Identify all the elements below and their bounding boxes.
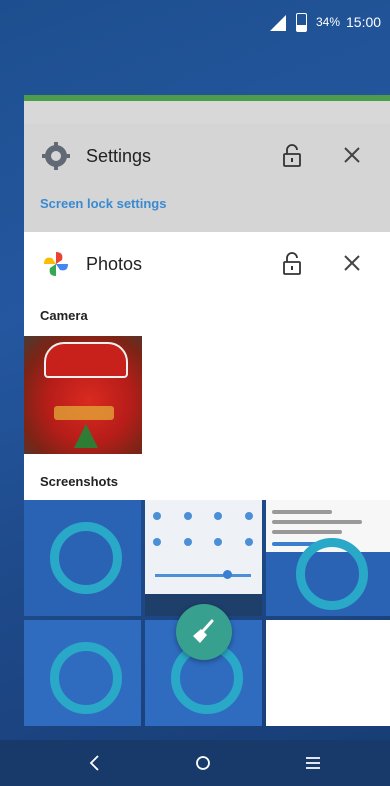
status-bar: 34% 15:00 <box>0 0 390 40</box>
gift-bag-label <box>54 406 114 420</box>
brightness-knob <box>223 570 232 579</box>
battery-percent: 34% <box>316 15 341 29</box>
screenshot-thumbnail[interactable] <box>266 500 390 616</box>
card-header: Photos <box>24 232 390 294</box>
quick-settings-row <box>153 512 253 522</box>
recent-card-photos[interactable]: Photos Camera Screenshots <box>24 232 390 500</box>
q-logo-icon <box>296 538 368 610</box>
screen-lock-settings-label: Screen lock settings <box>40 196 167 211</box>
settings-card-title: Settings <box>86 146 152 166</box>
clear-all-button[interactable] <box>176 604 232 660</box>
q-logo-icon <box>50 642 122 714</box>
lock-icon[interactable] <box>282 144 302 168</box>
close-icon[interactable] <box>342 145 362 165</box>
gift-bag-tree <box>74 424 98 448</box>
screenshot-thumbnail[interactable] <box>24 500 141 616</box>
broom-icon <box>193 619 214 643</box>
camera-album-thumbnail[interactable] <box>24 336 142 454</box>
gift-bag-image <box>44 342 128 378</box>
gear-icon <box>42 142 70 170</box>
screenshot-thumbnail-empty <box>266 620 390 726</box>
album-label-screenshots: Screenshots <box>40 474 119 489</box>
home-icon[interactable] <box>190 750 216 776</box>
lock-icon[interactable] <box>282 252 302 276</box>
signal-icon <box>270 15 286 31</box>
battery-icon <box>296 13 307 32</box>
pinwheel-icon <box>44 252 68 276</box>
screenshot-thumbnail[interactable] <box>145 500 262 616</box>
clock: 15:00 <box>346 14 382 30</box>
close-icon[interactable] <box>342 253 362 273</box>
album-label-camera: Camera <box>40 308 88 323</box>
back-icon[interactable] <box>82 750 108 776</box>
card-header: Settings <box>24 124 390 186</box>
recent-card-settings[interactable]: Settings Screen lock settings <box>24 124 390 234</box>
menu-icon[interactable] <box>300 750 326 776</box>
q-logo-icon <box>50 522 122 594</box>
brightness-slider <box>155 574 251 577</box>
navigation-bar <box>0 740 390 786</box>
photos-card-title: Photos <box>86 254 143 274</box>
quick-settings-row <box>153 538 253 548</box>
screenshot-thumbnail[interactable] <box>24 620 141 726</box>
